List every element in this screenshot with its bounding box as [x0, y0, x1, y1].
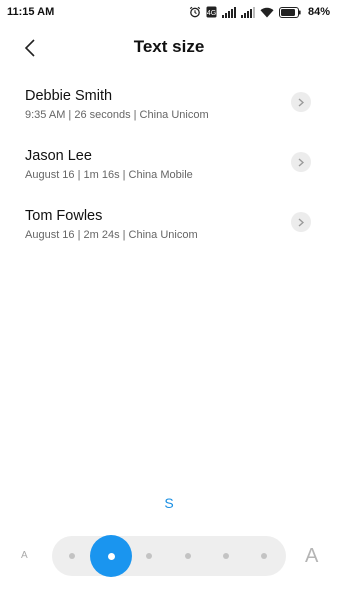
- status-time: 11:15 AM: [7, 6, 55, 18]
- slider-step[interactable]: [261, 553, 267, 559]
- wifi-icon: [260, 7, 274, 18]
- page-title: Text size: [133, 37, 205, 56]
- call-item[interactable]: Jason Lee August 16 | 1m 16s | China Mob…: [0, 140, 338, 200]
- slider-thumb-dot: [107, 552, 115, 560]
- slider-step[interactable]: [185, 553, 191, 559]
- call-detail: 9:35 AM | 26 seconds | China Unicom: [25, 109, 209, 121]
- details-button[interactable]: [291, 92, 311, 112]
- signal-icon-2: [240, 6, 255, 18]
- sim-icon: 4G: [206, 6, 217, 18]
- call-list: Debbie Smith 9:35 AM | 26 seconds | Chin…: [0, 80, 338, 260]
- battery-percent: 84%: [307, 6, 330, 18]
- battery-icon: [278, 6, 301, 18]
- details-button[interactable]: [291, 152, 311, 172]
- max-size-label: A: [305, 545, 319, 567]
- chevron-right-icon: [298, 217, 304, 227]
- call-detail: August 16 | 2m 24s | China Unicom: [25, 229, 198, 241]
- svg-text:4G: 4G: [207, 10, 216, 17]
- call-detail: August 16 | 1m 16s | China Mobile: [25, 169, 193, 181]
- call-item[interactable]: Debbie Smith 9:35 AM | 26 seconds | Chin…: [0, 80, 338, 140]
- alarm-icon: [189, 6, 201, 18]
- slider-thumb[interactable]: [90, 535, 132, 577]
- chevron-right-icon: [298, 97, 304, 107]
- details-button[interactable]: [291, 212, 311, 232]
- status-icons: 4G 84%: [189, 6, 330, 18]
- chevron-right-icon: [298, 157, 304, 167]
- call-item[interactable]: Tom Fowles August 16 | 2m 24s | China Un…: [0, 200, 338, 260]
- current-size-label: S: [164, 495, 174, 511]
- signal-icon: [221, 6, 236, 18]
- slider-step[interactable]: [146, 553, 152, 559]
- slider-step[interactable]: [69, 553, 75, 559]
- header: Text size: [0, 28, 338, 68]
- min-size-label: A: [21, 550, 28, 561]
- text-size-slider[interactable]: [52, 535, 286, 577]
- slider-step[interactable]: [223, 553, 229, 559]
- status-bar: 11:15 AM 4G 84%: [0, 0, 338, 24]
